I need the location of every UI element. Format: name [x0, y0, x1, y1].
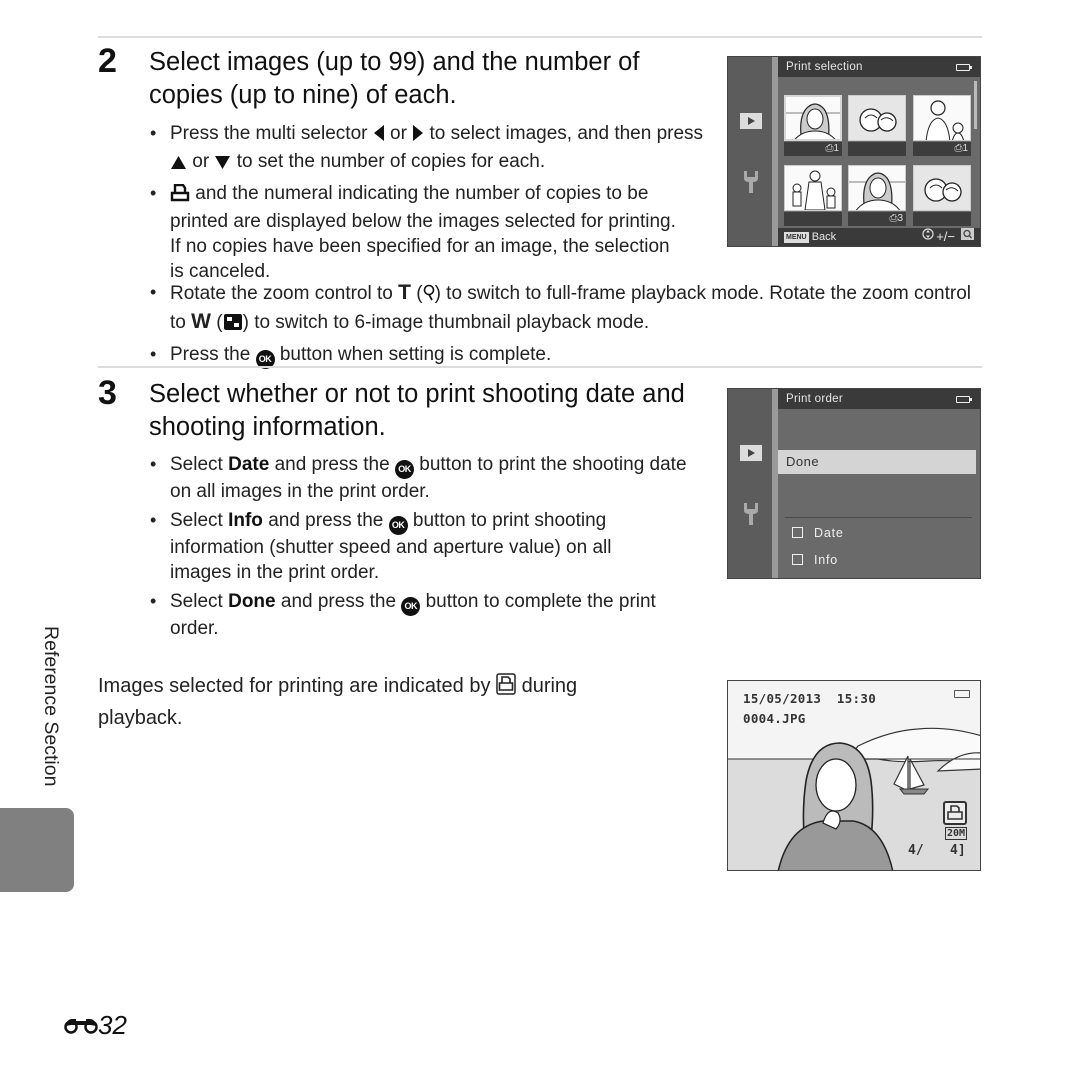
- step-2-bullets: Press the multi selector or to select im…: [148, 121, 708, 288]
- arrow-left-icon: [373, 124, 385, 149]
- playback-photo: [728, 727, 980, 870]
- thumbnail-woman-portrait[interactable]: [848, 165, 906, 211]
- image-size-indicator: 20M: [945, 827, 968, 840]
- screen-sidebar: [728, 57, 772, 246]
- print-selection-screen: Print selection ⎙1 ⎙1 ⎙3 MENU Back +/−: [727, 56, 981, 247]
- arrow-down-icon: [214, 152, 231, 177]
- screen-title: Print order: [786, 393, 843, 405]
- sidebar-edge: [772, 389, 778, 578]
- step-2-bullets-wide: Rotate the zoom control to T () to switc…: [148, 280, 978, 373]
- screen-title: Print selection: [786, 61, 863, 73]
- thumbnail-roses[interactable]: [848, 95, 906, 141]
- thumbnail-woman-with-child[interactable]: [913, 95, 971, 141]
- arrow-up-icon: [170, 152, 187, 177]
- playback-icon: [740, 445, 762, 461]
- bullet: Press the OK button when setting is comp…: [148, 342, 978, 369]
- multi-selector-icon: [922, 228, 934, 246]
- arrow-right-icon: [412, 124, 424, 149]
- playback-screen: 15/05/2013 15:30 0004.JPG 20M 4/ 4]: [727, 680, 981, 871]
- screen-sidebar: [728, 389, 772, 578]
- copies-label: [784, 212, 842, 226]
- ok-button-icon: OK: [388, 516, 408, 535]
- zoom-magnifier-icon: [423, 284, 435, 309]
- scrollbar[interactable]: [974, 81, 977, 129]
- section-label: Reference Section: [40, 626, 62, 787]
- copies-label: ⎙1: [784, 142, 842, 156]
- step-number: 2: [98, 42, 117, 80]
- thumbnail-woman-portrait[interactable]: [784, 95, 842, 141]
- print-order-indicator-icon: [943, 801, 967, 825]
- bullet: Select Date and press the OK button to p…: [148, 452, 708, 504]
- screen-bottom-bar: MENU Back +/−: [778, 228, 980, 246]
- ok-button-icon: OK: [401, 597, 421, 616]
- thumbnail-grid-icon: [223, 313, 243, 338]
- bullet: Select Info and press the OK button to p…: [148, 508, 648, 585]
- wrench-icon: [740, 501, 762, 527]
- section-rule: [98, 366, 982, 368]
- menu-item-done[interactable]: Done: [778, 450, 976, 474]
- bullet: Rotate the zoom control to T () to switc…: [148, 280, 978, 338]
- checkbox-icon: [792, 527, 803, 538]
- print-order-screen: Print order Done Date Info: [727, 388, 981, 579]
- copies-label: ⎙1: [913, 142, 971, 156]
- bullet: Select Done and press the OK button to c…: [148, 589, 708, 641]
- step-title: Select images (up to 99) and the number …: [149, 48, 640, 109]
- frame-counter-current: 4/: [908, 843, 924, 858]
- bullet: and the numeral indicating the number of…: [148, 181, 688, 284]
- wrench-icon: [740, 169, 762, 195]
- checkbox-info[interactable]: Info: [792, 553, 838, 567]
- copies-label: [848, 142, 906, 156]
- zoom-icon: [961, 228, 974, 246]
- thumbnail-roses[interactable]: [913, 165, 971, 211]
- back-label[interactable]: Back: [812, 231, 836, 243]
- sidebar-edge: [772, 57, 778, 246]
- step-3-bullets: Select Date and press the OK button to p…: [148, 452, 708, 645]
- playback-note: Images selected for printing are indicat…: [98, 673, 578, 729]
- copies-label: ⎙3: [848, 212, 906, 226]
- binoculars-icon: [64, 1010, 98, 1041]
- checkbox-date[interactable]: Date: [792, 526, 844, 540]
- screen-title-bar: Print selection: [778, 57, 980, 77]
- page-number: 32: [64, 1010, 127, 1041]
- menu-button-icon: MENU: [784, 232, 809, 243]
- battery-icon: [956, 64, 972, 71]
- date-time: 15/05/2013 15:30: [743, 691, 877, 706]
- playback-icon: [740, 113, 762, 129]
- frame-counter-total: 4]: [950, 843, 966, 858]
- print-order-icon: [496, 673, 516, 704]
- top-rule: [98, 36, 982, 38]
- screen-title-bar: Print order: [778, 389, 980, 409]
- menu-divider: [785, 517, 972, 518]
- thumbnail-family-walk[interactable]: [784, 165, 842, 211]
- ok-button-icon: OK: [394, 460, 414, 479]
- step-title: Select whether or not to print shooting …: [149, 380, 685, 441]
- file-name: 0004.JPG: [743, 711, 806, 726]
- step-number: 3: [98, 374, 117, 412]
- section-tab[interactable]: [0, 808, 74, 892]
- bullet: Press the multi selector or to select im…: [148, 121, 708, 177]
- copies-adjust-hint: +/−: [936, 229, 955, 244]
- battery-icon: [954, 690, 970, 698]
- copies-label: [913, 212, 971, 226]
- checkbox-icon: [792, 554, 803, 565]
- battery-icon: [956, 396, 972, 403]
- print-icon: [170, 183, 190, 209]
